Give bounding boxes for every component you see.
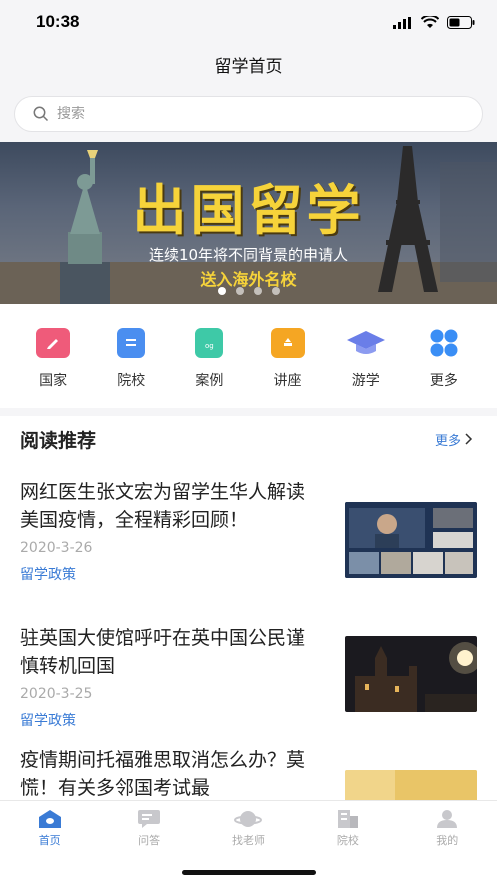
page-title: 留学首页 — [214, 57, 283, 77]
article-thumbnail — [345, 502, 477, 578]
svg-text:og: og — [205, 342, 214, 350]
section-title: 阅读推荐 — [20, 429, 97, 452]
category-lecture[interactable]: 讲座 — [258, 328, 318, 408]
category-label: 国家 — [39, 373, 68, 389]
category-label: 院校 — [117, 373, 146, 389]
tab-label: 找老师 — [231, 834, 265, 847]
banner-carousel[interactable]: 出国留学 连续10年将不同背景的申请人 送入海外名校 — [0, 142, 497, 304]
tab-label: 首页 — [38, 834, 61, 847]
lecture-icon — [270, 328, 305, 358]
tab-find-teacher[interactable]: 找老师 — [213, 809, 283, 848]
banner-subtitle: 连续10年将不同背景的申请人 — [148, 246, 349, 264]
tab-profile[interactable]: 我的 — [412, 809, 482, 848]
category-label: 更多 — [429, 373, 458, 389]
more-grid-icon — [427, 328, 461, 358]
category-grid: 国家 院校 og 案例 讲座 游学 更多 — [0, 304, 497, 408]
planet-icon — [234, 811, 263, 827]
carousel-dot[interactable] — [217, 287, 226, 295]
tab-label: 我的 — [436, 834, 459, 847]
school-icon — [117, 328, 146, 358]
home-indicator — [182, 870, 316, 875]
article-title: 网红医生张文宏为留学生华人解读美国疫情，全程精彩回顾！ — [20, 481, 306, 531]
article-tag[interactable]: 留学政策 — [20, 710, 477, 730]
tab-qa[interactable]: 问答 — [114, 809, 184, 848]
tab-label: 院校 — [336, 834, 359, 847]
article-thumbnail — [345, 636, 477, 712]
more-link[interactable]: 更多 — [435, 430, 473, 449]
search-icon — [33, 106, 49, 122]
carousel-dot[interactable] — [253, 287, 262, 295]
reading-section: 阅读推荐 更多 网红医生张文宏为留学生华人解读美国疫情，全程精彩回顾！ 2020… — [0, 416, 497, 810]
article-title: 驻英国大使馆呼吁在英中国公民谨慎转机回国 — [20, 627, 306, 677]
category-label: 游学 — [351, 373, 380, 389]
tab-schools[interactable]: 院校 — [313, 809, 383, 848]
battery-icon — [447, 16, 475, 29]
case-icon: og — [195, 328, 224, 358]
category-country[interactable]: 国家 — [23, 328, 83, 408]
building-icon — [337, 810, 358, 828]
status-icons — [393, 16, 475, 29]
home-icon — [38, 810, 61, 828]
carousel-dots — [0, 287, 497, 295]
wifi-icon — [421, 16, 439, 28]
signal-icon — [393, 16, 411, 29]
tab-home[interactable]: 首页 — [15, 809, 85, 848]
category-label: 讲座 — [273, 373, 302, 389]
article-item[interactable]: 驻英国大使馆呼吁在英中国公民谨慎转机回国 2020-3-25 留学政策 — [20, 624, 477, 730]
search-bar[interactable] — [14, 96, 483, 132]
tab-label: 问答 — [138, 834, 161, 847]
profile-icon — [437, 810, 458, 828]
status-time: 10:38 — [36, 12, 80, 31]
chevron-right-icon — [465, 433, 473, 445]
more-label: 更多 — [434, 433, 461, 449]
status-bar: 10:38 — [0, 0, 497, 48]
article-item[interactable]: 疫情期间托福雅思取消怎么办？莫慌！有关多邻国考试最 — [20, 746, 477, 810]
study-tour-icon — [346, 328, 386, 358]
carousel-dot[interactable] — [271, 287, 280, 295]
chat-icon — [138, 810, 161, 828]
article-item[interactable]: 网红医生张文宏为留学生华人解读美国疫情，全程精彩回顾！ 2020-3-26 留学… — [20, 478, 477, 584]
section-header: 阅读推荐 更多 — [20, 424, 473, 454]
carousel-dot[interactable] — [235, 287, 244, 295]
search-input[interactable] — [57, 106, 457, 122]
article-title: 疫情期间托福雅思取消怎么办？莫慌！有关多邻国考试最 — [20, 749, 306, 799]
category-label: 案例 — [195, 373, 224, 389]
category-school[interactable]: 院校 — [101, 328, 161, 408]
tab-bar: 首页 问答 找老师 院校 我的 — [0, 800, 497, 883]
flag-icon — [36, 328, 71, 358]
category-case[interactable]: og 案例 — [179, 328, 239, 408]
banner-title: 出国留学 — [132, 179, 365, 242]
category-study-tour[interactable]: 游学 — [336, 328, 396, 408]
category-more[interactable]: 更多 — [414, 328, 474, 408]
